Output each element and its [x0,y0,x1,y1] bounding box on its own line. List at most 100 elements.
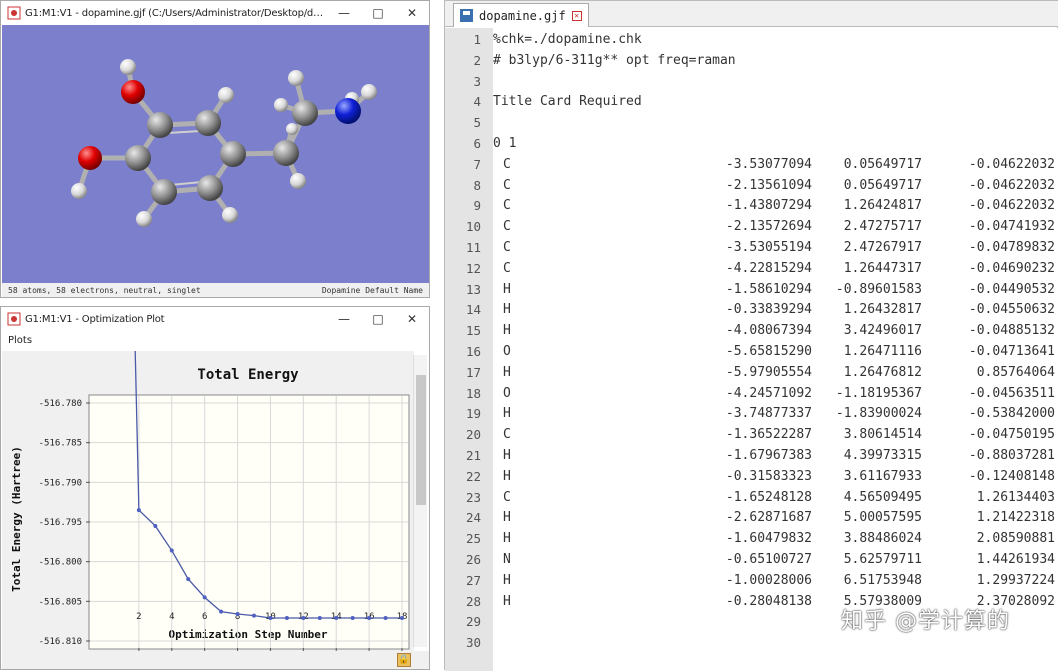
line-number: 3 [473,73,481,89]
code-line: H -3.74877337 -1.83900024 -0.53842000 [493,404,1058,425]
line-number: 17 [465,364,481,380]
line-number: 8 [473,177,481,193]
scrollbar-thumb[interactable] [416,375,426,505]
y-coordinate: -1.83900024 [835,406,922,422]
data-point[interactable] [186,577,191,582]
element-symbol: C [503,198,511,214]
x-coordinate: -2.62871687 [725,510,812,526]
data-point[interactable] [367,615,372,620]
editor-tab-row: dopamine.gjf ✕ [445,1,1058,27]
close-button[interactable]: ✕ [395,307,429,331]
z-coordinate: -0.04741932 [968,219,1055,235]
z-coordinate: -0.04563511 [968,385,1055,401]
viewer-titlebar[interactable]: G1:M1:V1 - dopamine.gjf (C:/Users/Admini… [1,1,429,25]
z-coordinate: 1.21422318 [976,510,1055,526]
y-tick-label: -516.785 [39,439,82,449]
maximize-button[interactable]: □ [361,307,395,331]
line-number: 5 [473,115,481,131]
y-coordinate: 6.51753948 [843,572,922,588]
tab-dopamine-gjf[interactable]: dopamine.gjf ✕ [453,3,589,27]
data-point[interactable] [136,508,141,513]
element-symbol: H [503,448,511,463]
line-number: 13 [465,281,481,297]
code-line: H -1.60479832 3.88486024 2.08590881 [493,529,1058,550]
z-coordinate: -0.04885132 [968,323,1055,339]
x-coordinate: -4.08067394 [725,323,812,339]
z-coordinate: -0.04713641 [968,344,1055,359]
y-tick-label: -516.800 [39,558,82,568]
line-text: 0 1 [493,136,517,151]
y-coordinate: 2.47275717 [843,219,922,235]
data-point[interactable] [153,523,158,528]
z-coordinate: -0.04690232 [968,260,1055,276]
line-number: 25 [465,531,481,547]
plot-titlebar[interactable]: G1:M1:V1 - Optimization Plot — □ ✕ [1,307,429,331]
molecule-viewer-window: G1:M1:V1 - dopamine.gjf (C:/Users/Admini… [0,0,430,298]
code-line: N -0.65100727 5.62579711 1.44261934 [493,550,1058,571]
line-text: # b3lyp/6-311g** opt freq=raman [493,52,736,68]
y-coordinate: -1.18195367 [835,385,922,401]
z-coordinate: -0.04490532 [968,281,1055,297]
x-coordinate: -0.33839294 [725,302,812,318]
chart-title: Total Energy [197,367,299,383]
data-point[interactable] [400,615,404,620]
line-number: 28 [465,593,481,609]
data-point[interactable] [284,615,289,620]
x-tick-label: 2 [136,612,141,622]
data-point[interactable] [383,615,388,620]
viewer-status-bar: 58 atoms, 58 electrons, neutral, singlet… [2,283,429,297]
x-coordinate: -2.13572694 [725,219,812,235]
code-line: C -4.22815294 1.26447317 -0.04690232 [493,259,1058,280]
molecule-canvas[interactable] [2,25,429,283]
plot-area[interactable]: Total Energy Total Energy (Hartree) Opti… [2,0,414,651]
line-text: %chk=./dopamine.chk [493,32,642,47]
plot-vertical-scrollbar[interactable] [413,355,427,647]
data-point[interactable] [219,609,224,614]
y-coordinate: 1.26424817 [843,198,922,214]
tab-close-icon[interactable]: ✕ [571,10,582,21]
element-symbol: H [503,302,511,318]
z-coordinate: -0.04622032 [968,198,1055,214]
y-coordinate: 2.47267917 [843,240,922,255]
gaussview-app-icon [7,6,21,20]
x-coordinate: -0.28048138 [725,593,812,609]
data-point[interactable] [252,613,256,618]
x-coordinate: -5.97905554 [725,364,812,380]
code-line: H -1.58610294 -0.89601583 -0.04490532 [493,280,1058,301]
close-button[interactable]: ✕ [395,1,429,25]
line-number: 12 [465,260,481,276]
save-icon [460,9,473,22]
code-line: O -5.65815290 1.26471116 -0.04713641 [493,342,1058,363]
minimize-button[interactable]: — [327,1,361,25]
z-coordinate: 1.44261934 [976,552,1055,567]
data-point[interactable] [301,615,306,620]
y-coordinate: 5.00057595 [843,510,922,526]
code-editor[interactable]: %chk=./dopamine.chk # b3lyp/6-311g** opt … [493,28,1058,671]
x-coordinate: -1.60479832 [725,531,812,547]
z-coordinate: -0.04550632 [968,302,1055,318]
data-point[interactable] [235,612,240,617]
data-point[interactable] [334,615,339,620]
line-number: 20 [465,427,481,443]
data-point[interactable] [169,548,174,553]
lock-icon[interactable]: 🔒 [397,653,411,667]
code-line: Title Card Required [493,92,1058,113]
line-number: 7 [473,156,481,172]
z-coordinate: -0.88037281 [968,448,1055,463]
maximize-button[interactable]: □ [361,1,395,25]
y-coordinate: 4.39973315 [843,448,922,463]
x-coordinate: -4.24571092 [725,385,812,401]
minimize-button[interactable]: — [327,307,361,331]
tab-label: dopamine.gjf [479,8,566,23]
data-point[interactable] [317,615,322,620]
y-tick-label: -516.810 [39,637,82,647]
code-line: H -2.62871687 5.00057595 1.21422318 [493,508,1058,529]
y-coordinate: 0.05649717 [843,156,922,172]
plots-menu[interactable]: Plots [8,335,32,346]
code-line: H -1.67967383 4.39973315 -0.88037281 [493,446,1058,467]
y-coordinate: 1.26447317 [843,260,922,276]
data-point[interactable] [202,595,207,600]
data-point[interactable] [350,615,355,620]
element-symbol: C [503,240,511,255]
data-point[interactable] [268,615,273,620]
